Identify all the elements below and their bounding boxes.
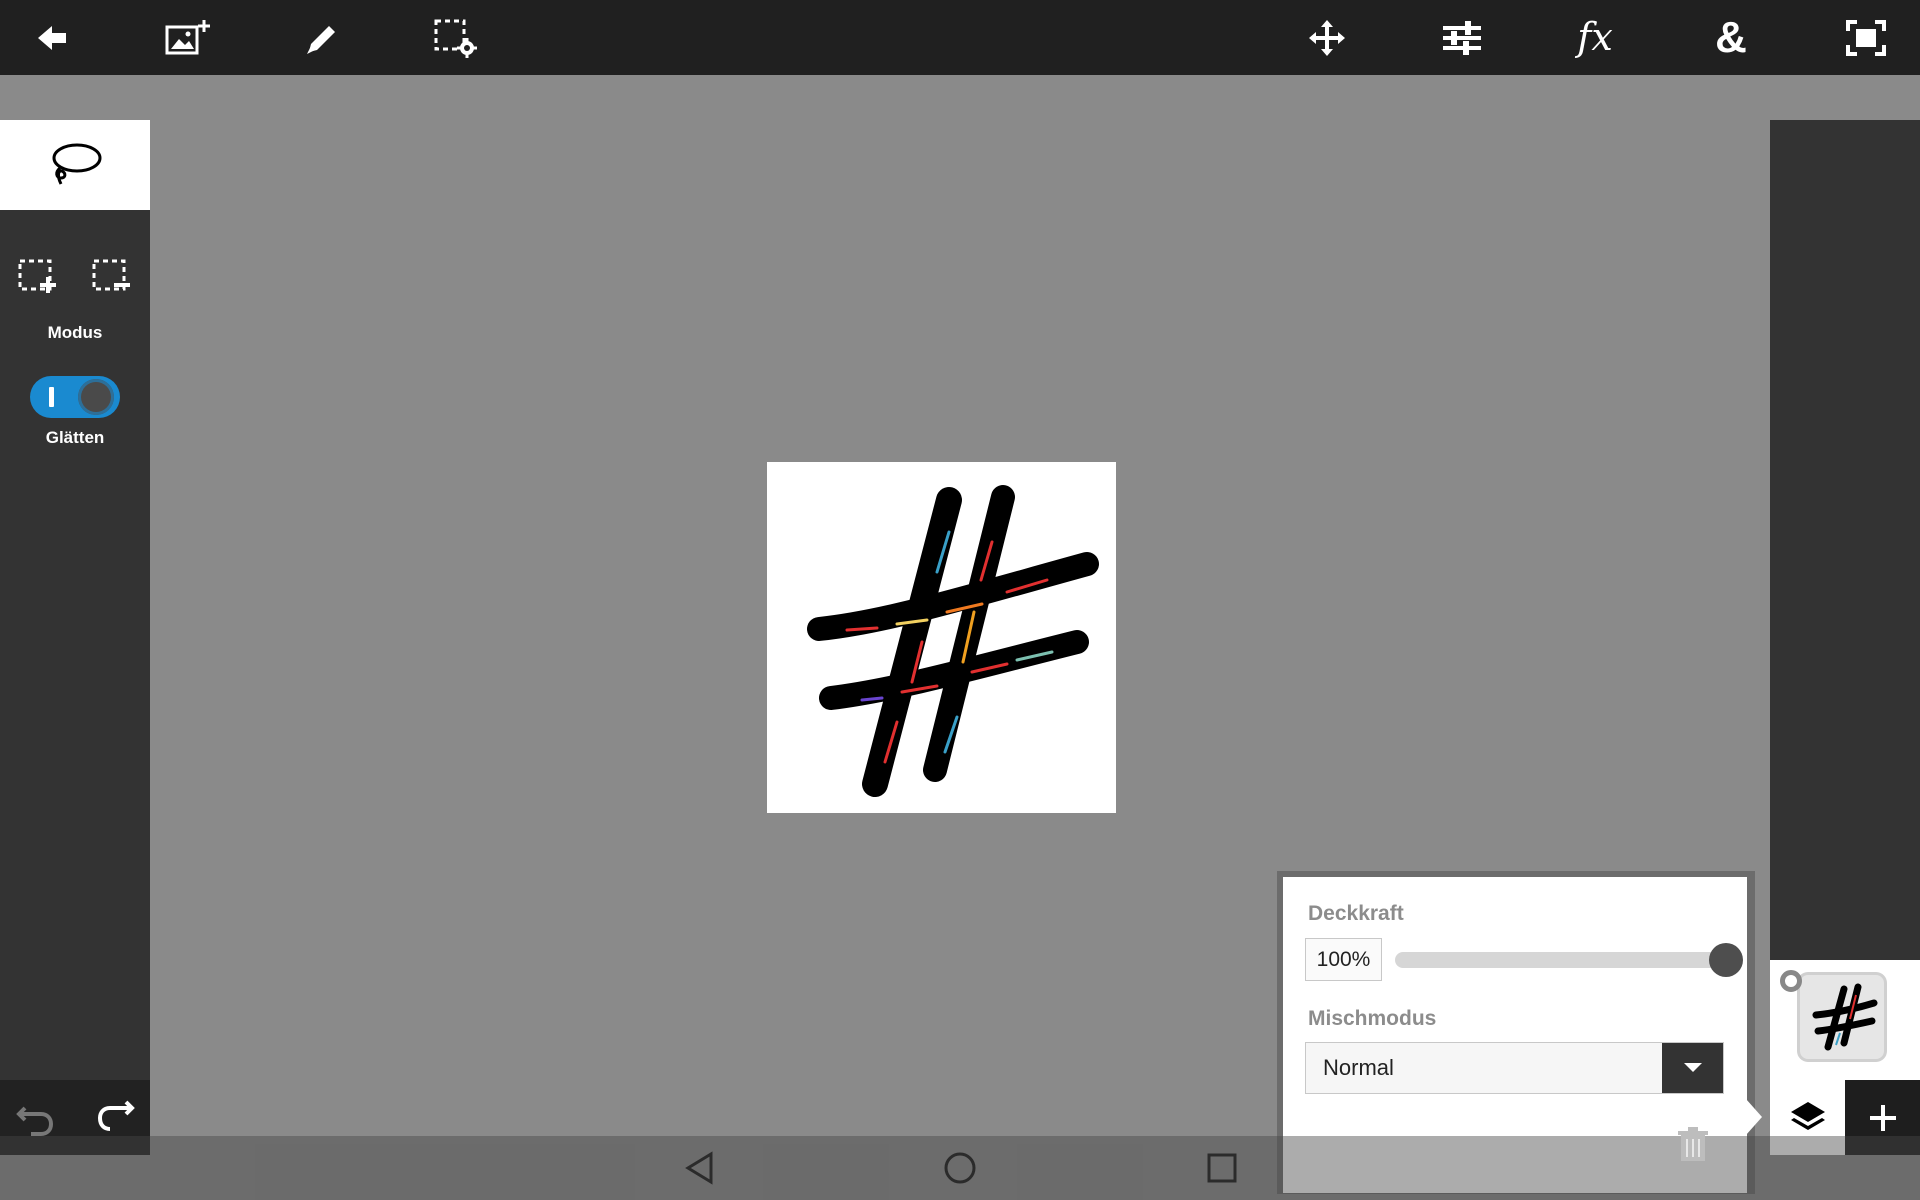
ampersand-label: & (1715, 13, 1747, 62)
ampersand-icon[interactable]: & (1686, 0, 1776, 75)
nav-home-icon[interactable] (925, 1136, 995, 1200)
fx-label: fx (1577, 15, 1613, 59)
toggle-knob (78, 379, 114, 415)
blend-mode-label: Mischmodus (1308, 1007, 1437, 1030)
lasso-icon (52, 143, 102, 185)
layer-select-radio[interactable] (1780, 970, 1802, 992)
layer-hashtag-thumb (1812, 983, 1878, 1051)
selection-subtract-button[interactable] (88, 255, 136, 299)
blend-mode-value: Normal (1323, 1055, 1394, 1080)
plus-icon (1869, 1104, 1896, 1131)
opacity-slider[interactable] (1395, 952, 1725, 968)
fx-icon[interactable]: fx (1550, 0, 1640, 75)
add-image-icon[interactable] (143, 0, 233, 75)
adjustments-icon[interactable] (1417, 0, 1507, 75)
lasso-tool-button[interactable] (0, 120, 150, 210)
layer-thumbnail[interactable] (1800, 975, 1884, 1059)
nav-back-icon[interactable] (665, 1136, 735, 1200)
hashtag-graphic (807, 485, 1099, 797)
selection-settings-icon[interactable] (410, 0, 500, 75)
popup-pointer (1746, 1099, 1762, 1135)
layers-icon (1790, 1101, 1825, 1130)
selection-add-icon (18, 259, 56, 293)
canvas-image[interactable] (767, 462, 1116, 813)
nav-recents-icon[interactable] (1187, 1136, 1257, 1200)
toggle-on-mark (49, 387, 54, 407)
opacity-label: Deckkraft (1308, 902, 1404, 925)
back-arrow-icon[interactable] (7, 0, 97, 75)
selection-subtract-icon (92, 259, 130, 291)
mode-label: Modus (47, 323, 103, 342)
blend-mode-select[interactable]: Normal (1305, 1042, 1724, 1094)
opacity-value-field[interactable]: 100% (1305, 938, 1382, 981)
opacity-slider-knob[interactable] (1709, 943, 1743, 977)
top-toolbar: fx & (0, 0, 1920, 75)
dropdown-arrow-icon[interactable] (1662, 1043, 1723, 1093)
move-icon[interactable] (1282, 0, 1372, 75)
smooth-toggle[interactable] (30, 376, 120, 418)
selection-add-button[interactable] (14, 255, 62, 299)
brush-icon[interactable] (276, 0, 366, 75)
trash-icon[interactable] (1676, 1127, 1710, 1163)
smooth-label: Glätten (45, 428, 105, 447)
fit-screen-icon[interactable] (1821, 0, 1911, 75)
